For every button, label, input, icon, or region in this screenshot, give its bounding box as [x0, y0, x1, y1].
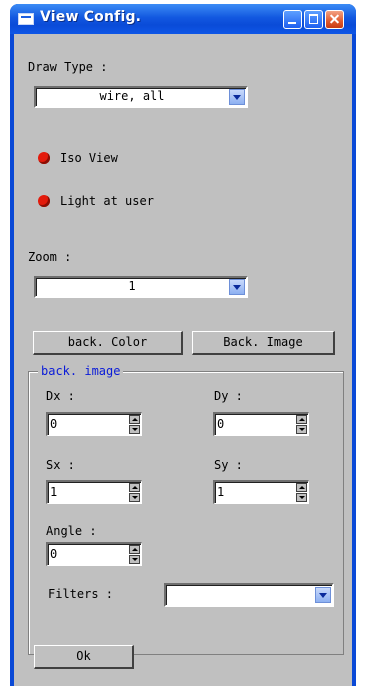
filters-label: Filters :	[48, 587, 114, 601]
dialog-body: Draw Type : wire, all Iso View Light at …	[14, 34, 352, 686]
iso-view-radio[interactable]	[38, 152, 50, 164]
back-color-button[interactable]: back. Color	[33, 331, 183, 355]
chevron-down-icon[interactable]	[315, 587, 331, 603]
sy-value: 1	[217, 485, 225, 499]
sy-label: Sy :	[214, 458, 243, 472]
dy-value: 0	[217, 417, 225, 431]
sy-spinner[interactable]: 1	[213, 480, 309, 504]
close-button[interactable]	[325, 10, 344, 29]
spin-up-icon[interactable]	[129, 415, 140, 424]
filters-select[interactable]	[164, 583, 334, 607]
sx-value: 1	[50, 485, 58, 499]
sx-spinner[interactable]: 1	[46, 480, 142, 504]
view-config-window: View Config. Draw Type : wire, all Iso V…	[10, 4, 356, 686]
spin-down-icon[interactable]	[129, 425, 140, 434]
ok-button[interactable]: Ok	[34, 645, 134, 669]
zoom-label: Zoom :	[28, 250, 72, 264]
spin-up-icon[interactable]	[129, 483, 140, 492]
sx-label: Sx :	[46, 458, 75, 472]
spin-up-icon[interactable]	[296, 483, 307, 492]
zoom-select[interactable]: 1	[34, 276, 248, 298]
title-bar[interactable]: View Config.	[10, 4, 356, 34]
draw-type-select[interactable]: wire, all	[34, 86, 248, 108]
angle-value: 0	[50, 547, 58, 561]
window-title: View Config.	[40, 9, 142, 25]
spin-down-icon[interactable]	[296, 493, 307, 502]
dx-value: 0	[50, 417, 58, 431]
draw-type-label: Draw Type :	[28, 60, 108, 74]
back-image-button[interactable]: Back. Image	[192, 331, 335, 355]
back-image-group-title: back. image	[38, 364, 124, 378]
light-at-user-radio[interactable]	[38, 195, 50, 207]
zoom-value: 1	[128, 279, 136, 293]
light-at-user-label: Light at user	[60, 194, 154, 208]
iso-view-label: Iso View	[60, 151, 118, 165]
chevron-down-icon[interactable]	[229, 279, 245, 295]
dy-label: Dy :	[214, 389, 243, 403]
angle-spinner[interactable]: 0	[46, 542, 142, 566]
dy-spinner[interactable]: 0	[213, 412, 309, 436]
spin-down-icon[interactable]	[129, 493, 140, 502]
spin-up-icon[interactable]	[129, 545, 140, 554]
dx-spinner[interactable]: 0	[46, 412, 142, 436]
spin-down-icon[interactable]	[129, 555, 140, 564]
dx-label: Dx :	[46, 389, 75, 403]
window-icon	[18, 13, 34, 25]
angle-label: Angle :	[46, 524, 97, 538]
chevron-down-icon[interactable]	[229, 89, 245, 105]
spin-down-icon[interactable]	[296, 425, 307, 434]
spin-up-icon[interactable]	[296, 415, 307, 424]
minimize-button[interactable]	[283, 10, 302, 29]
maximize-button[interactable]	[304, 10, 323, 29]
draw-type-value: wire, all	[99, 89, 165, 103]
